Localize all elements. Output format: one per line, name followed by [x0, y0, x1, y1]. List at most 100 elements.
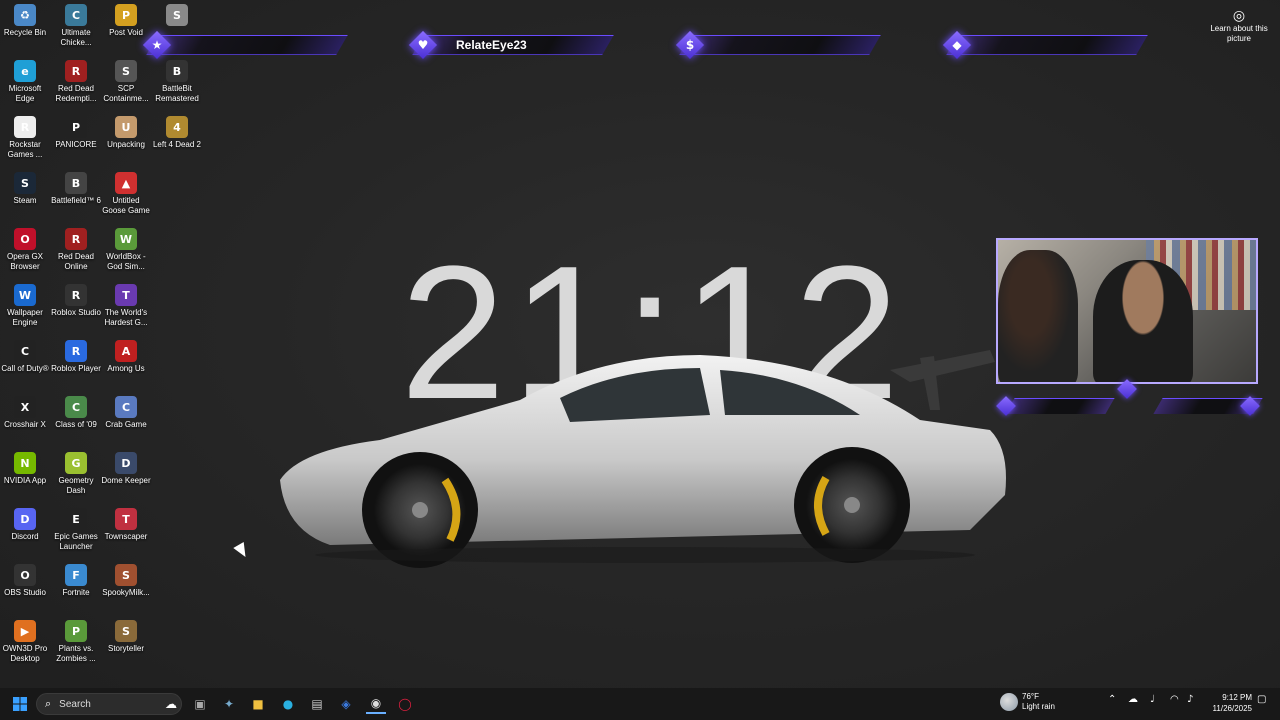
- desktop-icon[interactable]: P PANICORE: [51, 112, 101, 168]
- search-highlight-icon: ☁: [165, 697, 177, 711]
- desktop-icon-label: Unpacking: [107, 140, 145, 149]
- taskbar-search-box[interactable]: ⌕ Search ☁: [36, 693, 182, 715]
- store-icon[interactable]: ▤: [307, 694, 327, 714]
- system-clock[interactable]: 9:12 PM 11/26/2025: [1204, 692, 1252, 714]
- desktop-icon[interactable]: C Call of Duty®: [0, 336, 50, 392]
- own3d-icon: ▶: [14, 620, 36, 642]
- desktop-icon-label: Recycle Bin: [3, 28, 47, 37]
- weather-icon: [1000, 693, 1018, 711]
- desktop-icon[interactable]: E Epic Games Launcher: [51, 504, 101, 560]
- panicore-icon: P: [65, 116, 87, 138]
- overlay-bar-diamond: ★: [142, 30, 172, 60]
- desktop-icon[interactable]: R Rockstar Games ...: [0, 112, 50, 168]
- dome-keeper-icon: D: [115, 452, 137, 474]
- crosshair-icon: X: [14, 396, 36, 418]
- desktop-icon[interactable]: D Dome Keeper: [101, 448, 151, 504]
- desktop-icon-label: Wallpaper Engine: [7, 308, 43, 327]
- overlay-bar-diamond: $: [675, 30, 705, 60]
- copilot-icon[interactable]: ✦: [219, 694, 239, 714]
- desktop-icon[interactable]: C Ultimate Chicke...: [51, 0, 101, 56]
- onedrive-icon[interactable]: ☁: [1128, 694, 1138, 705]
- notification-icon[interactable]: ▢: [1257, 694, 1266, 705]
- desktop-icon[interactable]: D Discord: [0, 504, 50, 560]
- desktop-icon[interactable]: T The World's Hardest G...: [101, 280, 151, 336]
- desktop-icon-label: Red Dead Redempti...: [55, 84, 97, 103]
- desktop-icon[interactable]: W Wallpaper Engine: [0, 280, 50, 336]
- desktop-icon[interactable]: e Microsoft Edge: [0, 56, 50, 112]
- volume-icon[interactable]: ♪: [1187, 694, 1193, 705]
- desktop-icon[interactable]: R Red Dead Online: [51, 224, 101, 280]
- desktop-icon-label: Epic Games Launcher: [54, 532, 98, 551]
- desktop-icon-label: Townscaper: [104, 532, 148, 541]
- weather-temp: 76°F: [1022, 692, 1039, 701]
- windows-start-icon[interactable]: [10, 694, 30, 714]
- desktop-icon[interactable]: U Unpacking: [101, 112, 151, 168]
- desktop-icon[interactable]: N NVIDIA App: [0, 448, 50, 504]
- desktop-icon-label: SpookyMilk...: [102, 588, 150, 597]
- overlay-alert-bar: ◆: [938, 30, 1148, 60]
- wallpaper-engine-taskbar-icon[interactable]: ◈: [336, 694, 356, 714]
- post-void-icon: P: [115, 4, 137, 26]
- desktop-icon[interactable]: ▲ Untitled Goose Game: [101, 168, 151, 224]
- desktop-icon[interactable]: B Battlefield™ 6: [51, 168, 101, 224]
- desktop-icon[interactable]: ♻ Recycle Bin: [0, 0, 50, 56]
- microphone-icon[interactable]: ♩: [1150, 694, 1155, 705]
- desktop-icon[interactable]: S Storyteller: [101, 616, 151, 672]
- desktop-icon-label: Plants vs. Zombies ...: [56, 644, 96, 663]
- overlay-bar-track: [146, 35, 348, 55]
- desktop-icon[interactable]: O OBS Studio: [0, 560, 50, 616]
- desktop-icon[interactable]: T Townscaper: [101, 504, 151, 560]
- rockstar-icon: R: [14, 116, 36, 138]
- desktop-icon[interactable]: R Roblox Player: [51, 336, 101, 392]
- desktop-icon[interactable]: F Fortnite: [51, 560, 101, 616]
- edge-taskbar-icon[interactable]: ●: [278, 694, 298, 714]
- battlefield-icon: B: [65, 172, 87, 194]
- desktop-icon[interactable]: S SpookyMilk...: [101, 560, 151, 616]
- system-time: 9:12 PM: [1222, 693, 1252, 702]
- learn-about-picture-button[interactable]: ◎ Learn about this picture: [1208, 8, 1270, 44]
- desktop-icon-label: BattleBit Remastered: [155, 84, 199, 103]
- overlay-bar-track: [946, 35, 1148, 55]
- scp-icon: S: [115, 60, 137, 82]
- desktop-icon[interactable]: ▶ OWN3D Pro Desktop: [0, 616, 50, 672]
- desktop-icon[interactable]: R Roblox Studio: [51, 280, 101, 336]
- opera-gx-taskbar-icon[interactable]: ◯: [395, 694, 415, 714]
- desktop-icon[interactable]: C Class of '09: [51, 392, 101, 448]
- task-view-icon[interactable]: ▣: [190, 694, 210, 714]
- desktop-icon[interactable]: S SCP Containme...: [101, 56, 151, 112]
- wifi-icon[interactable]: ◠: [1170, 694, 1179, 705]
- weather-widget[interactable]: 76°F Light rain: [1000, 692, 1055, 712]
- epic-icon: E: [65, 508, 87, 530]
- desktop-icon-label: Crosshair X: [4, 420, 46, 429]
- desktop-icon-label: Class of '09: [55, 420, 97, 429]
- overlay-alert-bar: ★: [138, 30, 348, 60]
- chevron-up-icon[interactable]: ⌃: [1108, 694, 1116, 705]
- desktop-icon-label: Call of Duty®: [1, 364, 49, 373]
- desktop-icon[interactable]: 4 Left 4 Dead 2: [152, 112, 202, 168]
- recycle-bin-icon: ♻: [14, 4, 36, 26]
- desktop-icon-label: Untitled Goose Game: [102, 196, 150, 215]
- desktop-icon[interactable]: P Plants vs. Zombies ...: [51, 616, 101, 672]
- geometry-dash-icon: G: [65, 452, 87, 474]
- desktop-icon[interactable]: X Crosshair X: [0, 392, 50, 448]
- desktop-icon-label: Rockstar Games ...: [7, 140, 43, 159]
- desktop-icon[interactable]: S Steam: [0, 168, 50, 224]
- file-explorer-icon[interactable]: ■: [248, 694, 268, 714]
- desktop-icon[interactable]: W WorldBox - God Sim...: [101, 224, 151, 280]
- desktop-icon-label: Among Us: [107, 364, 145, 373]
- desktop-icon[interactable]: O Opera GX Browser: [0, 224, 50, 280]
- dollar-icon: $: [685, 38, 695, 52]
- skate-game-icon: S: [166, 4, 188, 26]
- desktop-icon[interactable]: C Crab Game: [101, 392, 151, 448]
- obs-taskbar-icon[interactable]: ◉: [366, 694, 386, 714]
- desktop-icon-label: WorldBox - God Sim...: [106, 252, 146, 271]
- desktop-icon[interactable]: A Among Us: [101, 336, 151, 392]
- desktop-icon[interactable]: B BattleBit Remastered: [152, 56, 202, 112]
- webcam-person-left: [998, 250, 1078, 382]
- desktop-icon[interactable]: R Red Dead Redempti...: [51, 56, 101, 112]
- diamond-icon: ◆: [952, 38, 962, 52]
- desktop-icon[interactable]: G Geometry Dash: [51, 448, 101, 504]
- overlay-bar-text: RelateEye23: [456, 38, 527, 52]
- battlebit-icon: B: [166, 60, 188, 82]
- worlds-hardest-icon: T: [115, 284, 137, 306]
